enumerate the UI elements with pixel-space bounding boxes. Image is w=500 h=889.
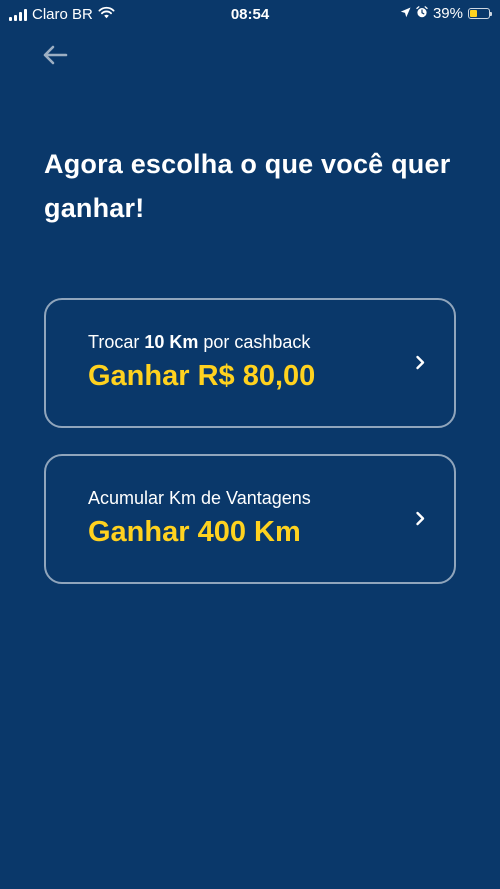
option-km-card[interactable]: Acumular Km de Vantagens Ganhar 400 Km: [44, 454, 456, 584]
alarm-icon: [416, 5, 428, 22]
option-value: Ganhar 400 Km: [88, 516, 301, 548]
battery-percent: 39%: [432, 5, 463, 22]
status-right: 39%: [400, 5, 492, 22]
option-description-suffix: por cashback: [198, 332, 311, 352]
option-description-prefix: Trocar: [88, 332, 145, 352]
option-description-prefix: Acumular Km de Vantagens: [88, 488, 311, 508]
back-button[interactable]: [38, 40, 72, 74]
page-title: Agora escolha o que você quer ganhar!: [44, 149, 451, 223]
chevron-right-icon: [414, 354, 426, 370]
arrow-left-icon: [42, 45, 68, 70]
option-description-bold: 10 Km: [144, 332, 199, 352]
battery-icon: [468, 8, 492, 19]
chevron-right-icon: [414, 510, 426, 526]
battery-fill: [470, 10, 478, 17]
option-description: Trocar 10 Km por cashback: [88, 332, 310, 353]
option-cashback-card[interactable]: Trocar 10 Km por cashback Ganhar R$ 80,0…: [44, 298, 456, 428]
status-bar: Claro BR 08:54 39%: [0, 0, 500, 30]
location-arrow-icon: [400, 5, 411, 22]
option-description: Acumular Km de Vantagens: [88, 488, 311, 509]
option-value: Ganhar R$ 80,00: [88, 360, 316, 392]
